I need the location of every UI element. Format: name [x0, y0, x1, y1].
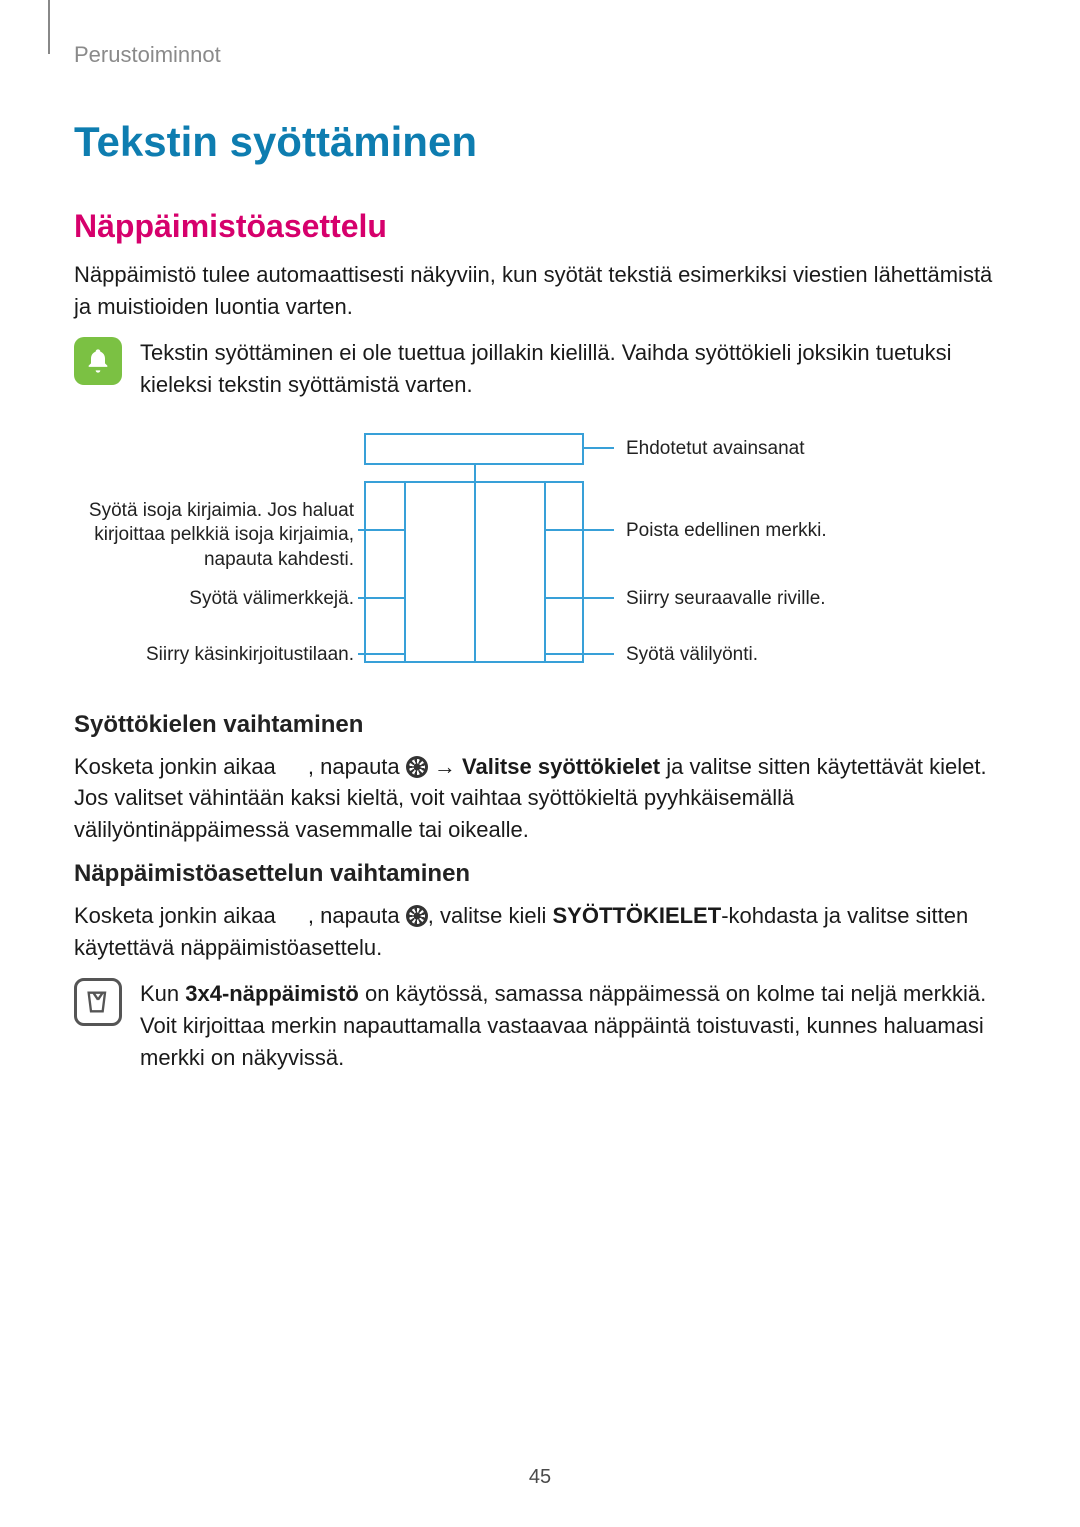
heading-keyboard-layout: Näppäimistöasettelun vaihtaminen: [74, 860, 1006, 888]
bell-icon: [74, 337, 122, 385]
intro-paragraph: Näppäimistö tulee automaattisesti näkyvi…: [74, 259, 1006, 323]
heading-input-language: Syöttökielen vaihtaminen: [74, 711, 1006, 739]
note-unsupported-languages: Tekstin syöttäminen ei ole tuettua joill…: [74, 337, 1006, 401]
label-space: Syötä välilyönti.: [626, 643, 758, 668]
note-icon: [74, 978, 122, 1026]
label-punctuation: Syötä välimerkkejä.: [74, 587, 354, 612]
gear-icon: [406, 756, 428, 778]
page-number: 45: [0, 1466, 1080, 1489]
subtitle: Näppäimistöasettelu: [74, 208, 1006, 245]
page-title: Tekstin syöttäminen: [74, 118, 1006, 166]
paragraph-keyboard-layout: Kosketa jonkin aikaa , napauta , valitse…: [74, 900, 1006, 964]
note-3x4-text: Kun 3x4-näppäimistö on käytössä, samassa…: [140, 978, 1006, 1074]
note-3x4-keyboard: Kun 3x4-näppäimistö on käytössä, samassa…: [74, 978, 1006, 1074]
note-text: Tekstin syöttäminen ei ole tuettua joill…: [140, 337, 1006, 401]
keyboard-diagram: Ehdotetut avainsanat Syötä isoja kirjaim…: [74, 421, 994, 681]
label-caps: Syötä isoja kirjaimia. Jos haluat kirjoi…: [74, 499, 354, 573]
label-newline: Siirry seuraavalle riville.: [626, 587, 826, 612]
gear-icon: [406, 905, 428, 927]
paragraph-input-language: Kosketa jonkin aikaa , napauta → Valitse…: [74, 751, 1006, 847]
label-delete: Poista edellinen merkki.: [626, 519, 827, 544]
label-handwriting: Siirry käsinkirjoitustilaan.: [74, 643, 354, 668]
label-suggested-words: Ehdotetut avainsanat: [626, 437, 805, 462]
section-header: Perustoiminnot: [74, 42, 1006, 68]
